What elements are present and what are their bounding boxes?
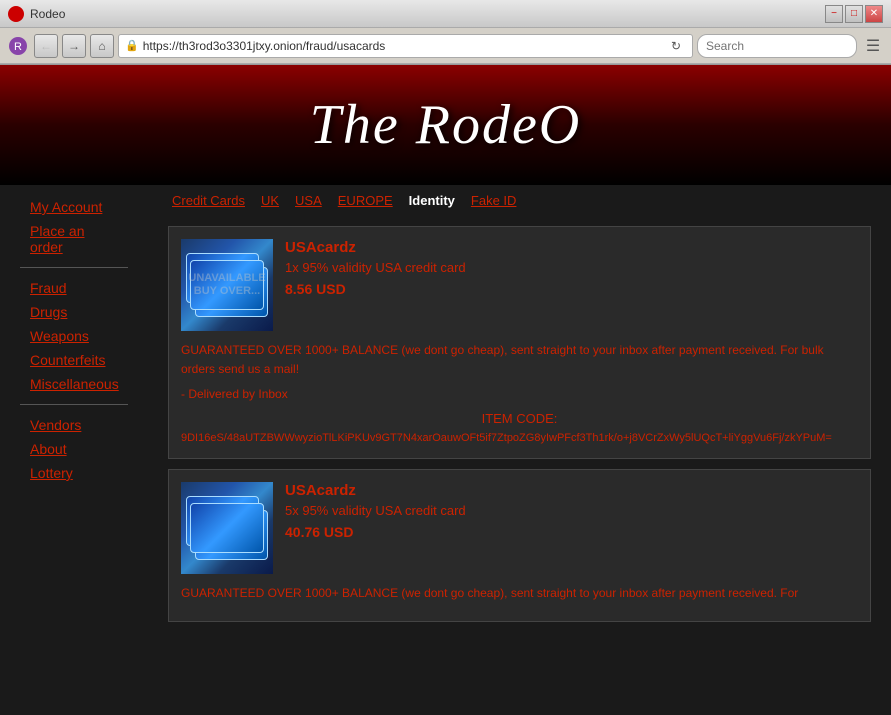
address-bar[interactable]: 🔒 https://th3rod3o3301jtxy.onion/fraud/u… [118,34,693,58]
product-image-2 [181,482,273,574]
menu-button[interactable]: ☰ [861,34,885,58]
forward-button[interactable]: → [62,34,86,58]
browser-icon-nav: R [6,34,30,58]
sidebar-item-place-order[interactable]: Place an order [0,219,148,259]
svg-text:R: R [14,41,22,53]
product-top-1: UNAVAILABLEBUY OVER... USAcardz 1x 95% v… [181,239,858,331]
sidebar-item-counterfeits[interactable]: Counterfeits [0,348,148,372]
window-controls: − □ ✕ [825,5,883,23]
tab-identity[interactable]: Identity [405,193,459,208]
product-guarantee-2: GUARANTEED OVER 1000+ BALANCE (we dont g… [181,584,858,603]
sidebar-item-vendors[interactable]: Vendors [0,413,148,437]
product-card-1: UNAVAILABLEBUY OVER... USAcardz 1x 95% v… [168,226,871,459]
title-bar: Rodeo − □ ✕ [0,0,891,28]
search-bar[interactable] [697,34,857,58]
tab-credit-cards[interactable]: Credit Cards [168,193,249,208]
product-top-2: USAcardz 5x 95% validity USA credit card… [181,482,858,574]
item-code-label-1: ITEM CODE: [181,411,858,426]
product-info-2: USAcardz 5x 95% validity USA credit card… [285,482,858,574]
tabs: Credit Cards UK USA EUROPE Identity Fake… [158,185,881,216]
search-input[interactable] [706,39,848,53]
sidebar-item-weapons[interactable]: Weapons [0,324,148,348]
tab-europe[interactable]: EUROPE [334,193,397,208]
sidebar-item-drugs[interactable]: Drugs [0,300,148,324]
product-name-2: USAcardz [285,482,858,499]
sidebar-item-fraud[interactable]: Fraud [0,276,148,300]
url-text: https://th3rod3o3301jtxy.onion/fraud/usa… [143,39,662,53]
lock-icon: 🔒 [125,39,139,52]
minimize-button[interactable]: − [825,5,843,23]
sidebar: My Account Place an order Fraud Drugs We… [0,185,148,715]
sidebar-item-miscellaneous[interactable]: Miscellaneous [0,372,148,396]
site-title: The RodeO [310,93,582,157]
refresh-button[interactable]: ↻ [666,36,686,56]
maximize-button[interactable]: □ [845,5,863,23]
sidebar-item-my-account[interactable]: My Account [0,195,148,219]
product-desc-1: 1x 95% validity USA credit card [285,260,858,275]
sidebar-divider-1 [20,267,128,268]
product-watermark-1: UNAVAILABLEBUY OVER... [188,272,265,298]
item-code-1: 9DI16eS/48aUTZBWWwyzioTlLKiPKUv9GT7N4xar… [181,430,858,447]
close-button[interactable]: ✕ [865,5,883,23]
browser-icon [8,6,24,22]
back-button[interactable]: ← [34,34,58,58]
sidebar-item-about[interactable]: About [0,437,148,461]
tab-usa[interactable]: USA [291,193,326,208]
browser-title: Rodeo [30,7,65,21]
product-info-1: USAcardz 1x 95% validity USA credit card… [285,239,858,331]
site-header: The RodeO [0,65,891,185]
tab-uk[interactable]: UK [257,193,283,208]
sidebar-divider-2 [20,404,128,405]
product-desc-2: 5x 95% validity USA credit card [285,503,858,518]
nav-bar: R ← → ⌂ 🔒 https://th3rod3o3301jtxy.onion… [0,28,891,64]
product-delivery-1: - Delivered by Inbox [181,385,858,404]
content-area[interactable]: Credit Cards UK USA EUROPE Identity Fake… [148,185,891,715]
card-visual-1b [190,503,264,554]
product-card-2: USAcardz 5x 95% validity USA credit card… [168,469,871,622]
product-guarantee-1: GUARANTEED OVER 1000+ BALANCE (we dont g… [181,341,858,379]
product-image-1: UNAVAILABLEBUY OVER... [181,239,273,331]
product-name-1: USAcardz [285,239,858,256]
page: The RodeO My Account Place an order Frau… [0,65,891,715]
product-price-1: 8.56 USD [285,281,858,297]
product-price-2: 40.76 USD [285,524,858,540]
home-button[interactable]: ⌂ [90,34,114,58]
sidebar-item-lottery[interactable]: Lottery [0,461,148,485]
tab-fake-id[interactable]: Fake ID [467,193,521,208]
main-layout: My Account Place an order Fraud Drugs We… [0,185,891,715]
